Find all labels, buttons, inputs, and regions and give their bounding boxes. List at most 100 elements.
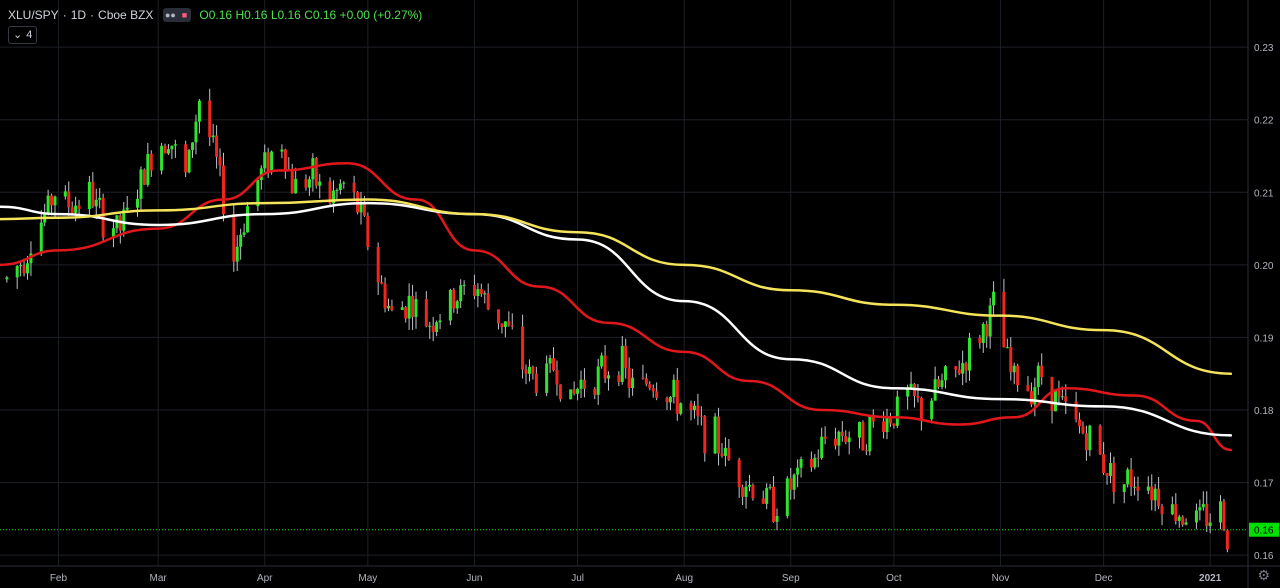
candle-up [968,337,972,371]
candle-up [1177,516,1181,521]
candle-up [197,100,201,122]
candle-down [424,299,428,327]
candle-up [191,142,195,151]
candle-down [1181,516,1185,525]
candle-up [211,135,215,138]
price-chart[interactable]: 0.23 0.22 0.21 0.20 0.19 0.18 0.17 0.16 Feb Mar Ap… [0,0,1280,588]
x-tick-label: Sep [782,573,800,584]
candle-down [266,152,270,173]
candle-up [1153,488,1157,501]
candle-up [74,205,78,213]
candle-up [600,355,604,367]
x-tick-label: May [358,573,377,584]
candle-up [1146,486,1150,491]
interval-label[interactable]: 1D [71,8,86,22]
candle-down [486,293,490,310]
candle-down [675,379,679,414]
candle-up [1122,484,1126,493]
high-value: H0.16 [235,8,268,22]
candle-up [548,358,552,364]
symbol-label[interactable]: XLU/SPY [8,8,59,22]
candle-down [689,403,693,411]
candle-up [1012,365,1016,373]
candle-down [22,265,26,274]
candle-down [1009,347,1013,373]
candle-down [290,168,294,194]
candle-up [1184,522,1188,525]
candle-down [809,459,813,468]
candle-up [386,306,390,309]
ohlc-values: O0.16 H0.16 L0.16 C0.16 +0.00 (+0.27%) [199,8,422,22]
moving-average-line-1 [0,162,1233,452]
candle-down [1205,504,1209,526]
candle-down [1050,377,1054,412]
candle-up [1060,396,1064,398]
candle-down [957,369,961,374]
candle-down [91,181,95,207]
candle-down [888,417,892,424]
candle-up [847,437,851,443]
legend-controls[interactable]: ●● ■ [163,8,192,22]
candle-up [796,467,800,475]
candle-up [1005,347,1009,349]
candle-down [1150,486,1154,501]
candle-up [428,325,432,327]
last-price-label: 0.16 [1254,526,1274,537]
candle-down [142,169,146,185]
candle-up [1088,425,1092,451]
y-tick-label: 0.18 [1254,406,1274,417]
x-tick-label: 2021 [1199,573,1222,584]
candle-up [1194,510,1198,523]
candle-up [139,169,143,199]
candle-down [978,337,982,344]
candle-up [53,196,57,206]
candle-up [15,266,19,278]
candle-down [1084,433,1088,451]
candle-down [919,397,923,420]
candle-up [596,366,600,395]
gear-icon[interactable]: ⚙ [1257,567,1270,584]
candle-down [77,205,81,210]
candle-down [823,436,827,439]
candle-up [94,199,98,207]
candle-down [937,379,941,387]
candle-up [1170,504,1174,515]
candle-up [242,232,246,235]
candle-down [376,247,380,283]
candle-down [304,178,308,188]
candle-down [727,447,731,460]
candle-up [747,484,751,487]
candle-up [136,198,140,208]
x-tick-label: Oct [886,573,902,584]
candle-down [916,395,920,398]
candle-up [166,149,170,154]
candle-down [617,375,621,382]
candle-down [507,321,511,326]
candle-down [816,457,820,459]
candle-down [772,486,776,522]
y-tick-label: 0.16 [1254,551,1274,562]
candle-up [438,320,442,323]
candle-up [765,487,769,504]
candle-down [751,484,755,499]
x-tick-label: Mar [150,573,168,584]
x-tick-label: Apr [257,573,273,584]
eye-icon[interactable]: ●● [163,8,177,22]
candle-up [768,486,772,488]
candle-down [555,370,559,385]
candle-down [149,153,153,171]
moving-average-line-3 [0,198,1233,375]
candle-up [579,379,583,389]
record-icon[interactable]: ■ [177,8,191,22]
candle-up [335,190,339,192]
candle-up [868,416,872,452]
candle-down [572,389,576,394]
candle-down [404,307,408,319]
candle-up [98,197,102,200]
low-value: L0.16 [270,8,301,22]
indicators-collapse-button[interactable]: ⌄ 4 [8,26,38,44]
candle-up [668,397,672,403]
candle-down [218,156,222,166]
candle-up [576,388,580,394]
candle-up [744,486,748,497]
